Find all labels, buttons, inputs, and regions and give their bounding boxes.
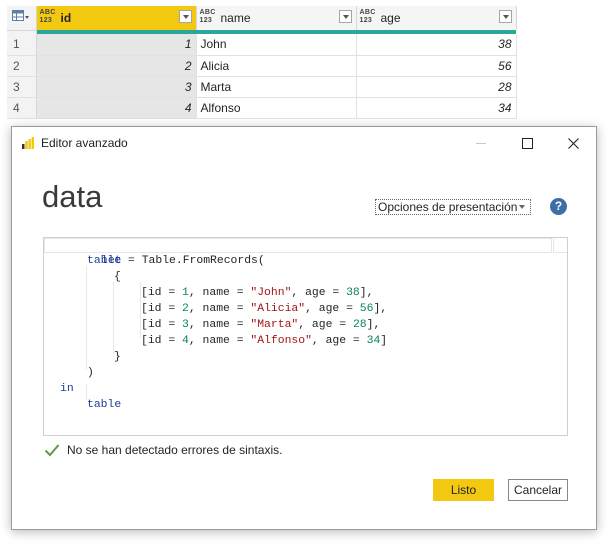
filter-dropdown-icon[interactable] <box>338 10 352 23</box>
column-header-id[interactable]: ABC 123 id <box>36 6 197 30</box>
code-line: [id = 4, name = "Alfonso", age = 34] <box>141 335 388 347</box>
code-line: table = Table.FromRecords( <box>87 255 265 267</box>
cell-id[interactable]: 4 <box>36 97 197 119</box>
cell-id[interactable]: 3 <box>36 76 197 98</box>
column-header-label: name <box>220 11 251 25</box>
cell-age[interactable]: 38 <box>356 34 517 56</box>
done-button[interactable]: Listo <box>433 479 494 501</box>
cell-age[interactable]: 56 <box>356 55 517 77</box>
code-line: ) <box>87 367 94 379</box>
filter-dropdown-icon[interactable] <box>498 10 512 23</box>
table-menu-button[interactable] <box>7 6 37 31</box>
maximize-button[interactable] <box>504 127 550 159</box>
filter-dropdown-icon[interactable] <box>178 10 192 23</box>
column-header-name[interactable]: ABC 123 name <box>196 6 357 30</box>
row-number: 2 <box>7 55 37 77</box>
display-options-dropdown[interactable]: Opciones de presentación <box>375 199 531 215</box>
table-row[interactable]: 4 4 Alfonso 34 <box>7 97 517 119</box>
cell-age[interactable]: 28 <box>356 76 517 98</box>
cell-name[interactable]: Marta <box>196 76 357 98</box>
syntax-status: No se han detectado errores de sintaxis. <box>44 441 282 459</box>
cancel-button[interactable]: Cancelar <box>508 479 568 501</box>
display-options-label: Opciones de presentación <box>378 200 518 214</box>
cell-name[interactable]: Alicia <box>196 55 357 77</box>
cell-id[interactable]: 1 <box>36 34 197 56</box>
cell-name[interactable]: Alfonso <box>196 97 357 119</box>
minimize-button[interactable] <box>458 127 504 159</box>
title-bar[interactable]: Editor avanzado <box>12 127 596 159</box>
row-number: 4 <box>7 97 37 119</box>
power-bi-icon <box>22 137 34 149</box>
cell-id[interactable]: 2 <box>36 55 197 77</box>
close-icon <box>567 137 579 149</box>
cell-age[interactable]: 34 <box>356 97 517 119</box>
code-line: [id = 2, name = "Alicia", age = 56], <box>141 303 388 315</box>
advanced-editor-dialog: Editor avanzado data Opciones de present… <box>11 126 597 530</box>
query-table: ABC 123 id ABC 123 name ABC 123 age 1 1 Joh… <box>7 6 517 119</box>
cell-name[interactable]: John <box>196 34 357 56</box>
column-header-age[interactable]: ABC 123 age <box>356 6 517 30</box>
minimize-icon <box>476 143 486 144</box>
maximize-icon <box>521 137 533 149</box>
row-number: 1 <box>7 34 37 56</box>
close-button[interactable] <box>550 127 596 159</box>
code-line: in <box>60 383 74 395</box>
code-line: { <box>114 271 121 283</box>
type-any-icon[interactable]: ABC 123 <box>40 9 56 25</box>
syntax-status-text: No se han detectado errores de sintaxis. <box>67 443 283 457</box>
column-header-label: age <box>380 11 401 25</box>
code-line: [id = 1, name = "John", age = 38], <box>141 287 374 299</box>
row-number: 3 <box>7 76 37 98</box>
dialog-title: Editor avanzado <box>41 136 128 150</box>
code-line: table <box>87 399 122 411</box>
type-any-icon[interactable]: ABC 123 <box>360 9 376 25</box>
table-row[interactable]: 3 3 Marta 28 <box>7 76 517 98</box>
code-editor[interactable]: let table = Table.FromRecords( { [id = 1… <box>43 237 568 436</box>
help-icon[interactable]: ? <box>550 198 567 215</box>
column-header-label: id <box>60 11 72 25</box>
editor-scrollbar[interactable] <box>553 238 567 253</box>
code-line: } <box>114 351 121 363</box>
table-row[interactable]: 2 2 Alicia 56 <box>7 55 517 77</box>
code-line: [id = 3, name = "Marta", age = 28], <box>141 319 381 331</box>
chevron-down-icon <box>519 205 525 209</box>
checkmark-icon <box>44 444 60 457</box>
type-any-icon[interactable]: ABC 123 <box>200 9 216 25</box>
code-line: let <box>101 255 122 267</box>
table-row[interactable]: 1 1 John 38 <box>7 34 517 56</box>
query-name-title: data <box>42 179 103 214</box>
table-icon <box>12 10 30 22</box>
